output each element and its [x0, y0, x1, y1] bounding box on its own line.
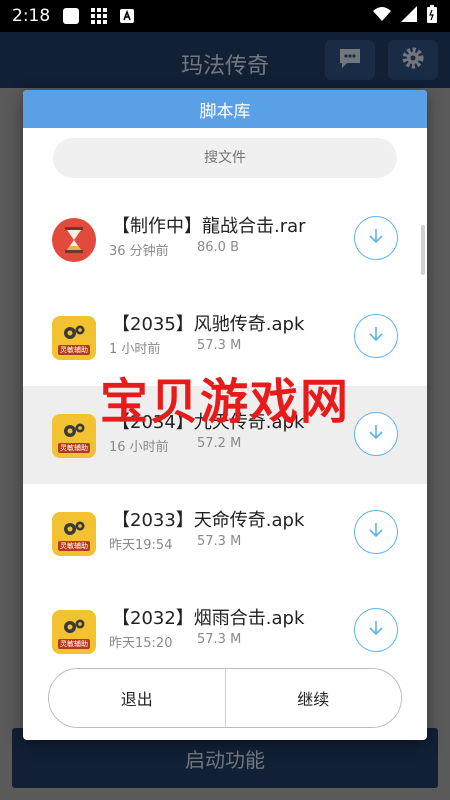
- wifi-icon: [372, 5, 392, 27]
- download-button[interactable]: [354, 314, 398, 358]
- hourglass-icon: [52, 218, 96, 262]
- download-arrow-icon: [366, 618, 386, 642]
- app-header: 玛法传奇: [0, 32, 450, 88]
- gear-icon: [400, 45, 426, 75]
- app-icon-label: 灵敏辅助: [58, 442, 90, 453]
- file-time: 1 小时前: [109, 342, 161, 357]
- a-badge-icon: [118, 7, 136, 25]
- app-icon-label: 灵敏辅助: [58, 638, 90, 649]
- download-arrow-icon: [366, 226, 386, 250]
- file-meta: 昨天19:54 57.3 M: [109, 534, 241, 553]
- list-item[interactable]: 灵敏辅助 【2032】烟雨合击.apk 昨天15:20 57.3 M: [23, 582, 427, 658]
- app-gear-icon: 灵敏辅助: [52, 610, 96, 654]
- file-name: 【2033】天命传奇.apk: [112, 510, 305, 531]
- search-input[interactable]: [53, 138, 397, 178]
- chat-bubble-icon: [337, 46, 363, 74]
- download-arrow-icon: [366, 324, 386, 348]
- battery-icon: [426, 4, 438, 28]
- app-gear-icon: 灵敏辅助: [52, 512, 96, 556]
- chat-button[interactable]: [325, 40, 375, 80]
- status-time: 2:18: [12, 6, 51, 26]
- file-meta: 1 小时前 57.3 M: [109, 338, 241, 357]
- app-icon-label: 灵敏辅助: [58, 540, 90, 551]
- file-name: 【制作中】龍战合击.rar: [112, 216, 306, 237]
- status-bar: 2:18: [0, 0, 450, 32]
- file-name: 【2032】烟雨合击.apk: [112, 608, 305, 629]
- file-time: 36 分钟前: [109, 244, 169, 259]
- file-size: 86.0 B: [197, 240, 239, 255]
- file-time: 16 小时前: [109, 440, 169, 455]
- download-button[interactable]: [354, 216, 398, 260]
- grid-icon: [90, 7, 108, 25]
- dialog-footer: 退出 继续: [48, 668, 402, 728]
- exit-button[interactable]: 退出: [49, 669, 225, 727]
- notification-square-icon: [62, 7, 80, 25]
- continue-button[interactable]: 继续: [225, 669, 401, 727]
- app-gear-icon: 灵敏辅助: [52, 316, 96, 360]
- settings-button[interactable]: [388, 40, 438, 80]
- signal-icon: [400, 5, 418, 27]
- file-size: 57.3 M: [197, 632, 242, 647]
- watermark-text: 宝贝游戏网: [99, 374, 350, 430]
- file-size: 57.3 M: [197, 534, 242, 549]
- dialog-title: 脚本库: [23, 90, 427, 128]
- file-time: 昨天15:20: [109, 636, 173, 651]
- download-button[interactable]: [354, 510, 398, 554]
- file-size: 57.2 M: [197, 436, 242, 451]
- file-meta: 16 小时前 57.2 M: [109, 436, 241, 455]
- app-icon-label: 灵敏辅助: [58, 344, 90, 355]
- list-item[interactable]: 灵敏辅助 【2033】天命传奇.apk 昨天19:54 57.3 M: [23, 484, 427, 582]
- file-time: 昨天19:54: [109, 538, 173, 553]
- file-meta: 36 分钟前 86.0 B: [109, 240, 239, 259]
- download-arrow-icon: [366, 520, 386, 544]
- download-button[interactable]: [354, 608, 398, 652]
- file-meta: 昨天15:20 57.3 M: [109, 632, 241, 651]
- file-size: 57.3 M: [197, 338, 242, 353]
- file-name: 【2035】风驰传奇.apk: [112, 314, 305, 335]
- list-item[interactable]: 【制作中】龍战合击.rar 36 分钟前 86.0 B: [23, 190, 427, 288]
- app-title: 玛法传奇: [180, 54, 269, 79]
